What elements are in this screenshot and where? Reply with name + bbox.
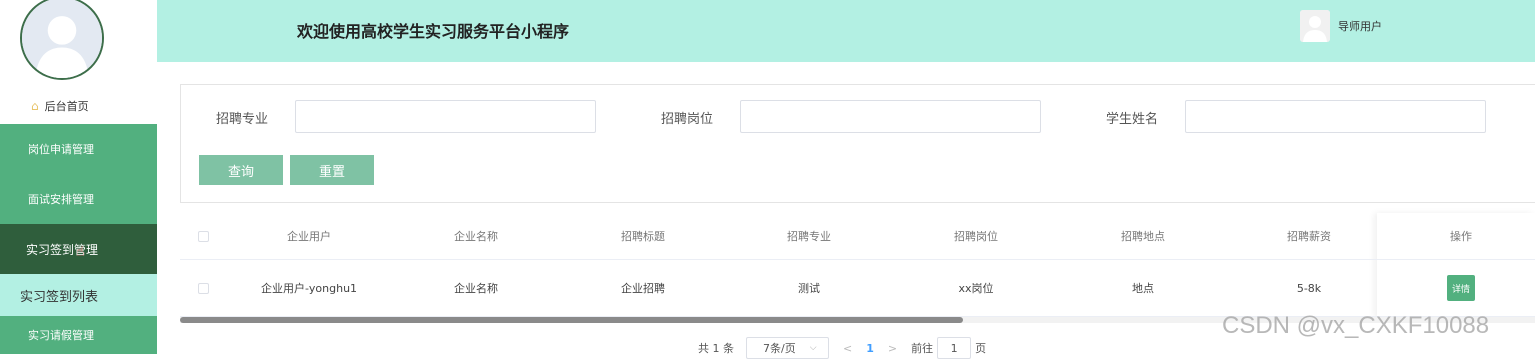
sidebar-item-checkin-list[interactable]: 实习签到列表 — [0, 274, 157, 316]
reset-button[interactable]: 重置 — [290, 155, 374, 185]
sidebar-item-label: 实习请假管理 — [28, 329, 94, 342]
table-cell: 测试 — [798, 282, 820, 295]
table-row[interactable]: 企业用户-yonghu1 企业名称 企业招聘 测试 xx岗位 地点 5-8k — [180, 260, 1535, 317]
sidebar-item-label: 岗位申请管理 — [28, 143, 94, 156]
top-header: 欢迎使用高校学生实习服务平台小程序 导师用户 — [157, 0, 1535, 62]
search-label-major: 招聘专业 — [216, 112, 269, 127]
sidebar-item-interview[interactable]: 面试安排管理 — [0, 174, 157, 224]
student-name-input[interactable] — [1185, 100, 1486, 133]
sidebar-item-leave-management[interactable]: 实习请假管理 — [0, 316, 157, 354]
table-cell: 企业用户-yonghu1 — [260, 282, 358, 295]
sidebar-item-home[interactable]: ⌂ 后台首页 — [0, 88, 157, 124]
goto-page-input[interactable]: 1 — [937, 337, 972, 359]
column-header: 招聘岗位 — [954, 230, 998, 243]
search-form: 招聘专业 招聘岗位 学生姓名 查询 重置 — [180, 84, 1535, 203]
sidebar-item-label: 实习签到管理 — [26, 242, 99, 257]
page-size-select[interactable]: 7条/页 ⌵ — [746, 337, 829, 359]
prev-page-button[interactable]: < — [843, 342, 852, 355]
search-label-position: 招聘岗位 — [661, 112, 714, 127]
column-header: 招聘专业 — [787, 230, 831, 243]
user-avatar-icon — [22, 0, 102, 78]
table-header-row: 企业用户 企业名称 招聘标题 招聘专业 招聘岗位 招聘地点 招聘薪资 操作 — [180, 213, 1535, 260]
page-title: 欢迎使用高校学生实习服务平台小程序 — [297, 22, 570, 41]
horizontal-scrollbar-thumb[interactable] — [180, 317, 963, 323]
watermark: CSDN @vx_CXKF10088 — [1222, 312, 1490, 339]
major-input[interactable] — [295, 100, 596, 133]
sidebar: ⌂ 后台首页 岗位申请管理 面试安排管理 实习签到管理 ☝ 实习签到列表 实习请… — [0, 0, 157, 354]
home-icon: ⌂ — [31, 99, 39, 113]
user-avatar-icon — [1300, 10, 1330, 42]
table-cell: 企业名称 — [454, 282, 498, 295]
user-menu[interactable]: 导师用户 — [1300, 10, 1382, 42]
sidebar-item-label: 后台首页 — [44, 100, 89, 113]
column-header: 操作 — [1450, 230, 1472, 243]
sidebar-item-job-application[interactable]: 岗位申请管理 — [0, 124, 157, 174]
column-header: 招聘薪资 — [1287, 230, 1331, 243]
table-cell: 地点 — [1132, 282, 1154, 295]
column-header: 招聘标题 — [621, 230, 665, 243]
table-cell: 5-8k — [1296, 281, 1322, 295]
table-cell: xx岗位 — [958, 282, 994, 295]
detail-button[interactable]: 详情 — [1447, 275, 1475, 301]
column-header: 招聘地点 — [1121, 230, 1165, 243]
sidebar-item-label: 实习签到列表 — [20, 289, 99, 305]
select-all-checkbox[interactable] — [198, 230, 209, 242]
chevron-down-icon: ⌵ — [809, 343, 817, 353]
data-table: 企业用户 企业名称 招聘标题 招聘专业 招聘岗位 招聘地点 招聘薪资 操作 企业… — [180, 213, 1535, 318]
row-checkbox[interactable] — [198, 282, 209, 294]
user-name: 导师用户 — [1338, 20, 1382, 33]
column-header: 企业名称 — [454, 230, 498, 243]
next-page-button[interactable]: > — [888, 342, 897, 355]
query-button[interactable]: 查询 — [199, 155, 283, 185]
column-header: 企业用户 — [287, 230, 331, 243]
user-avatar[interactable] — [1300, 10, 1330, 42]
position-input[interactable] — [740, 100, 1041, 133]
page-number-current[interactable]: 1 — [866, 342, 874, 355]
avatar[interactable] — [20, 0, 104, 80]
table-cell: 企业招聘 — [621, 282, 665, 295]
search-label-student-name: 学生姓名 — [1106, 112, 1159, 127]
sidebar-item-label: 面试安排管理 — [28, 193, 94, 206]
pagination: 共 1 条 7条/页 ⌵ < 1 > 前往 1 页 — [698, 337, 986, 359]
hand-cursor-icon: ☝ — [76, 244, 85, 260]
